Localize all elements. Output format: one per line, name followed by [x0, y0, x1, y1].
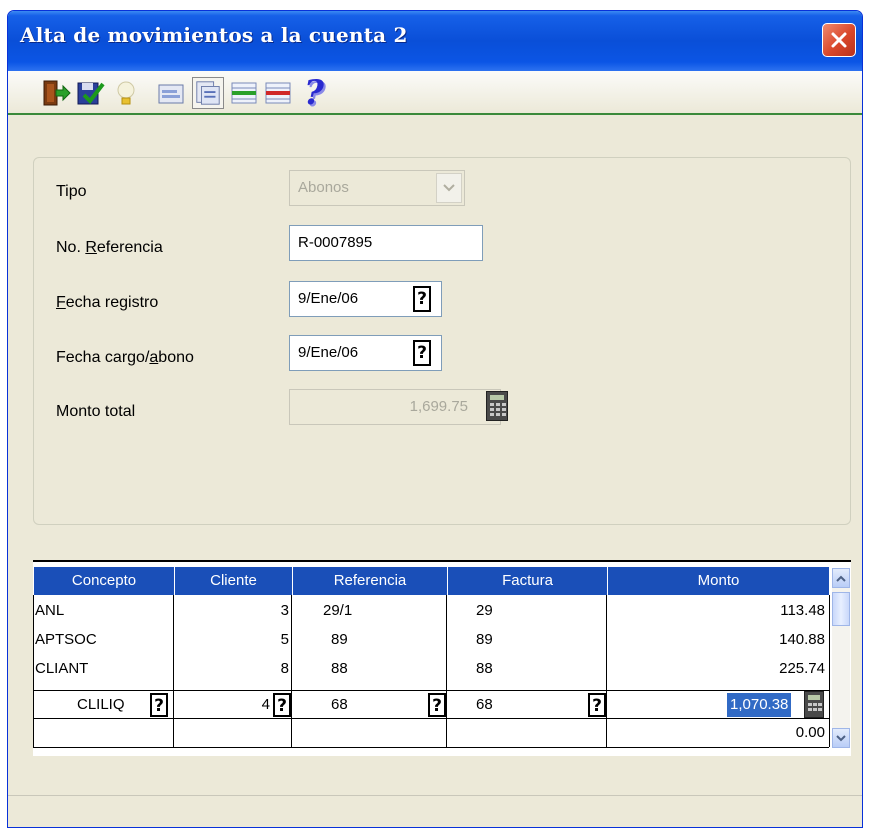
- lightbulb-icon: [117, 81, 135, 105]
- column-header-cliente[interactable]: Cliente: [174, 567, 292, 595]
- fecha-registro-label: Fecha registro: [56, 294, 158, 312]
- column-header-monto[interactable]: Monto: [607, 567, 829, 595]
- cell-factura[interactable]: 29: [476, 597, 493, 625]
- exit-icon: [43, 80, 71, 106]
- help-button[interactable]: ?: [298, 73, 330, 113]
- window-title: Alta de movimientos a la cuenta 2: [20, 23, 408, 47]
- fecha-registro-lookup-button[interactable]: ?: [413, 286, 431, 312]
- form-view-button[interactable]: [155, 77, 187, 109]
- save-check-icon: [77, 82, 105, 105]
- cell-concepto[interactable]: APTSOC: [35, 626, 97, 654]
- fecha-cargo-label-post: bono: [158, 349, 194, 366]
- fecha-cargo-label: Fecha cargo/abono: [56, 349, 194, 367]
- column-header-factura[interactable]: Factura: [447, 567, 607, 595]
- concepto-lookup-button[interactable]: ?: [150, 693, 168, 717]
- monto-total-value: 1,699.75: [409, 398, 468, 415]
- edit-concepto-input[interactable]: CLILIQ: [77, 691, 125, 719]
- monto-total-label: Monto total: [56, 403, 136, 420]
- edit-referencia-input[interactable]: 68: [331, 691, 348, 719]
- monto-calculator-button[interactable]: [804, 691, 824, 718]
- add-row-button[interactable]: [228, 77, 260, 109]
- cell-monto[interactable]: 113.48: [607, 597, 825, 625]
- exit-button[interactable]: [40, 77, 72, 109]
- cell-concepto[interactable]: ANL: [35, 597, 64, 625]
- edit-cliente-input[interactable]: 4: [174, 691, 270, 719]
- cell-concepto[interactable]: CLIANT: [35, 655, 88, 683]
- status-bar-divider: [8, 795, 862, 796]
- fecha-registro-value: 9/Ene/06: [298, 290, 359, 307]
- referencia-input[interactable]: R-0007895: [289, 225, 483, 261]
- cell-referencia[interactable]: 29/1: [323, 597, 352, 625]
- detail-view-button[interactable]: [192, 77, 224, 109]
- grid-scrollbar[interactable]: [832, 568, 850, 748]
- fecha-registro-label-key: F: [56, 294, 66, 311]
- cell-referencia[interactable]: 88: [331, 655, 348, 683]
- factura-lookup-button[interactable]: ?: [588, 693, 606, 717]
- referencia-label-pre: No.: [56, 239, 86, 256]
- cell-monto[interactable]: 0.00: [607, 719, 825, 747]
- cell-cliente[interactable]: 5: [174, 626, 289, 654]
- cell-monto[interactable]: 225.74: [607, 655, 825, 683]
- toolbar: ?: [8, 71, 862, 115]
- fecha-cargo-input[interactable]: 9/Ene/06 ?: [289, 335, 442, 371]
- edit-factura-input[interactable]: 68: [476, 691, 493, 719]
- dialog-window: Alta de movimientos a la cuenta 2 ? Tipo…: [7, 10, 863, 828]
- cell-factura[interactable]: 89: [476, 626, 493, 654]
- referencia-label-key: R: [85, 239, 97, 256]
- tipo-value: Abonos: [298, 179, 349, 196]
- close-icon: [831, 32, 847, 48]
- referencia-lookup-button[interactable]: ?: [428, 693, 446, 717]
- scroll-thumb[interactable]: [832, 592, 850, 626]
- chevron-up-icon: [836, 575, 846, 582]
- cell-cliente[interactable]: 3: [174, 597, 289, 625]
- cell-monto[interactable]: 140.88: [607, 626, 825, 654]
- chevron-down-icon: [443, 184, 455, 192]
- referencia-value: R-0007895: [298, 234, 373, 251]
- referencia-label-post: eferencia: [96, 239, 163, 256]
- tipo-label: Tipo: [56, 183, 87, 200]
- scroll-up-button[interactable]: [832, 568, 850, 588]
- edit-monto-input[interactable]: 1,070.38: [727, 693, 792, 717]
- fecha-cargo-lookup-button[interactable]: ?: [413, 340, 431, 366]
- help-icon: ?: [304, 73, 324, 113]
- fecha-cargo-value: 9/Ene/06: [298, 344, 359, 361]
- tipo-select[interactable]: Abonos: [289, 170, 465, 206]
- scroll-down-button[interactable]: [832, 728, 850, 748]
- add-row-icon: [231, 82, 257, 104]
- chevron-down-icon: [836, 734, 846, 741]
- cell-factura[interactable]: 88: [476, 655, 493, 683]
- movements-grid: Concepto Cliente Referencia Factura Mont…: [33, 560, 851, 756]
- monto-total-input: 1,699.75: [289, 389, 501, 425]
- fecha-cargo-label-key: a: [149, 349, 159, 366]
- cliente-lookup-button[interactable]: ?: [273, 693, 291, 717]
- monto-total-calculator-button[interactable]: [486, 391, 508, 421]
- title-bar[interactable]: Alta de movimientos a la cuenta 2: [8, 11, 862, 71]
- column-header-referencia[interactable]: Referencia: [292, 567, 447, 595]
- header-groupbox: [33, 157, 851, 525]
- form-view-icon: [158, 84, 184, 104]
- column-header-concepto[interactable]: Concepto: [33, 567, 174, 595]
- fecha-cargo-label-pre: Fecha cargo/: [56, 349, 150, 366]
- fecha-registro-label-post: echa registro: [65, 294, 159, 311]
- fecha-registro-input[interactable]: 9/Ene/06 ?: [289, 281, 442, 317]
- cell-referencia[interactable]: 89: [331, 626, 348, 654]
- save-button[interactable]: [74, 77, 106, 109]
- lightbulb-button[interactable]: [110, 77, 142, 109]
- referencia-label: No. Referencia: [56, 239, 163, 257]
- close-button[interactable]: [822, 23, 856, 57]
- delete-row-icon: [265, 82, 291, 104]
- delete-row-button[interactable]: [262, 77, 294, 109]
- cell-cliente[interactable]: 8: [174, 655, 289, 683]
- tipo-dropdown-button[interactable]: [436, 173, 462, 203]
- detail-view-icon: [196, 81, 220, 105]
